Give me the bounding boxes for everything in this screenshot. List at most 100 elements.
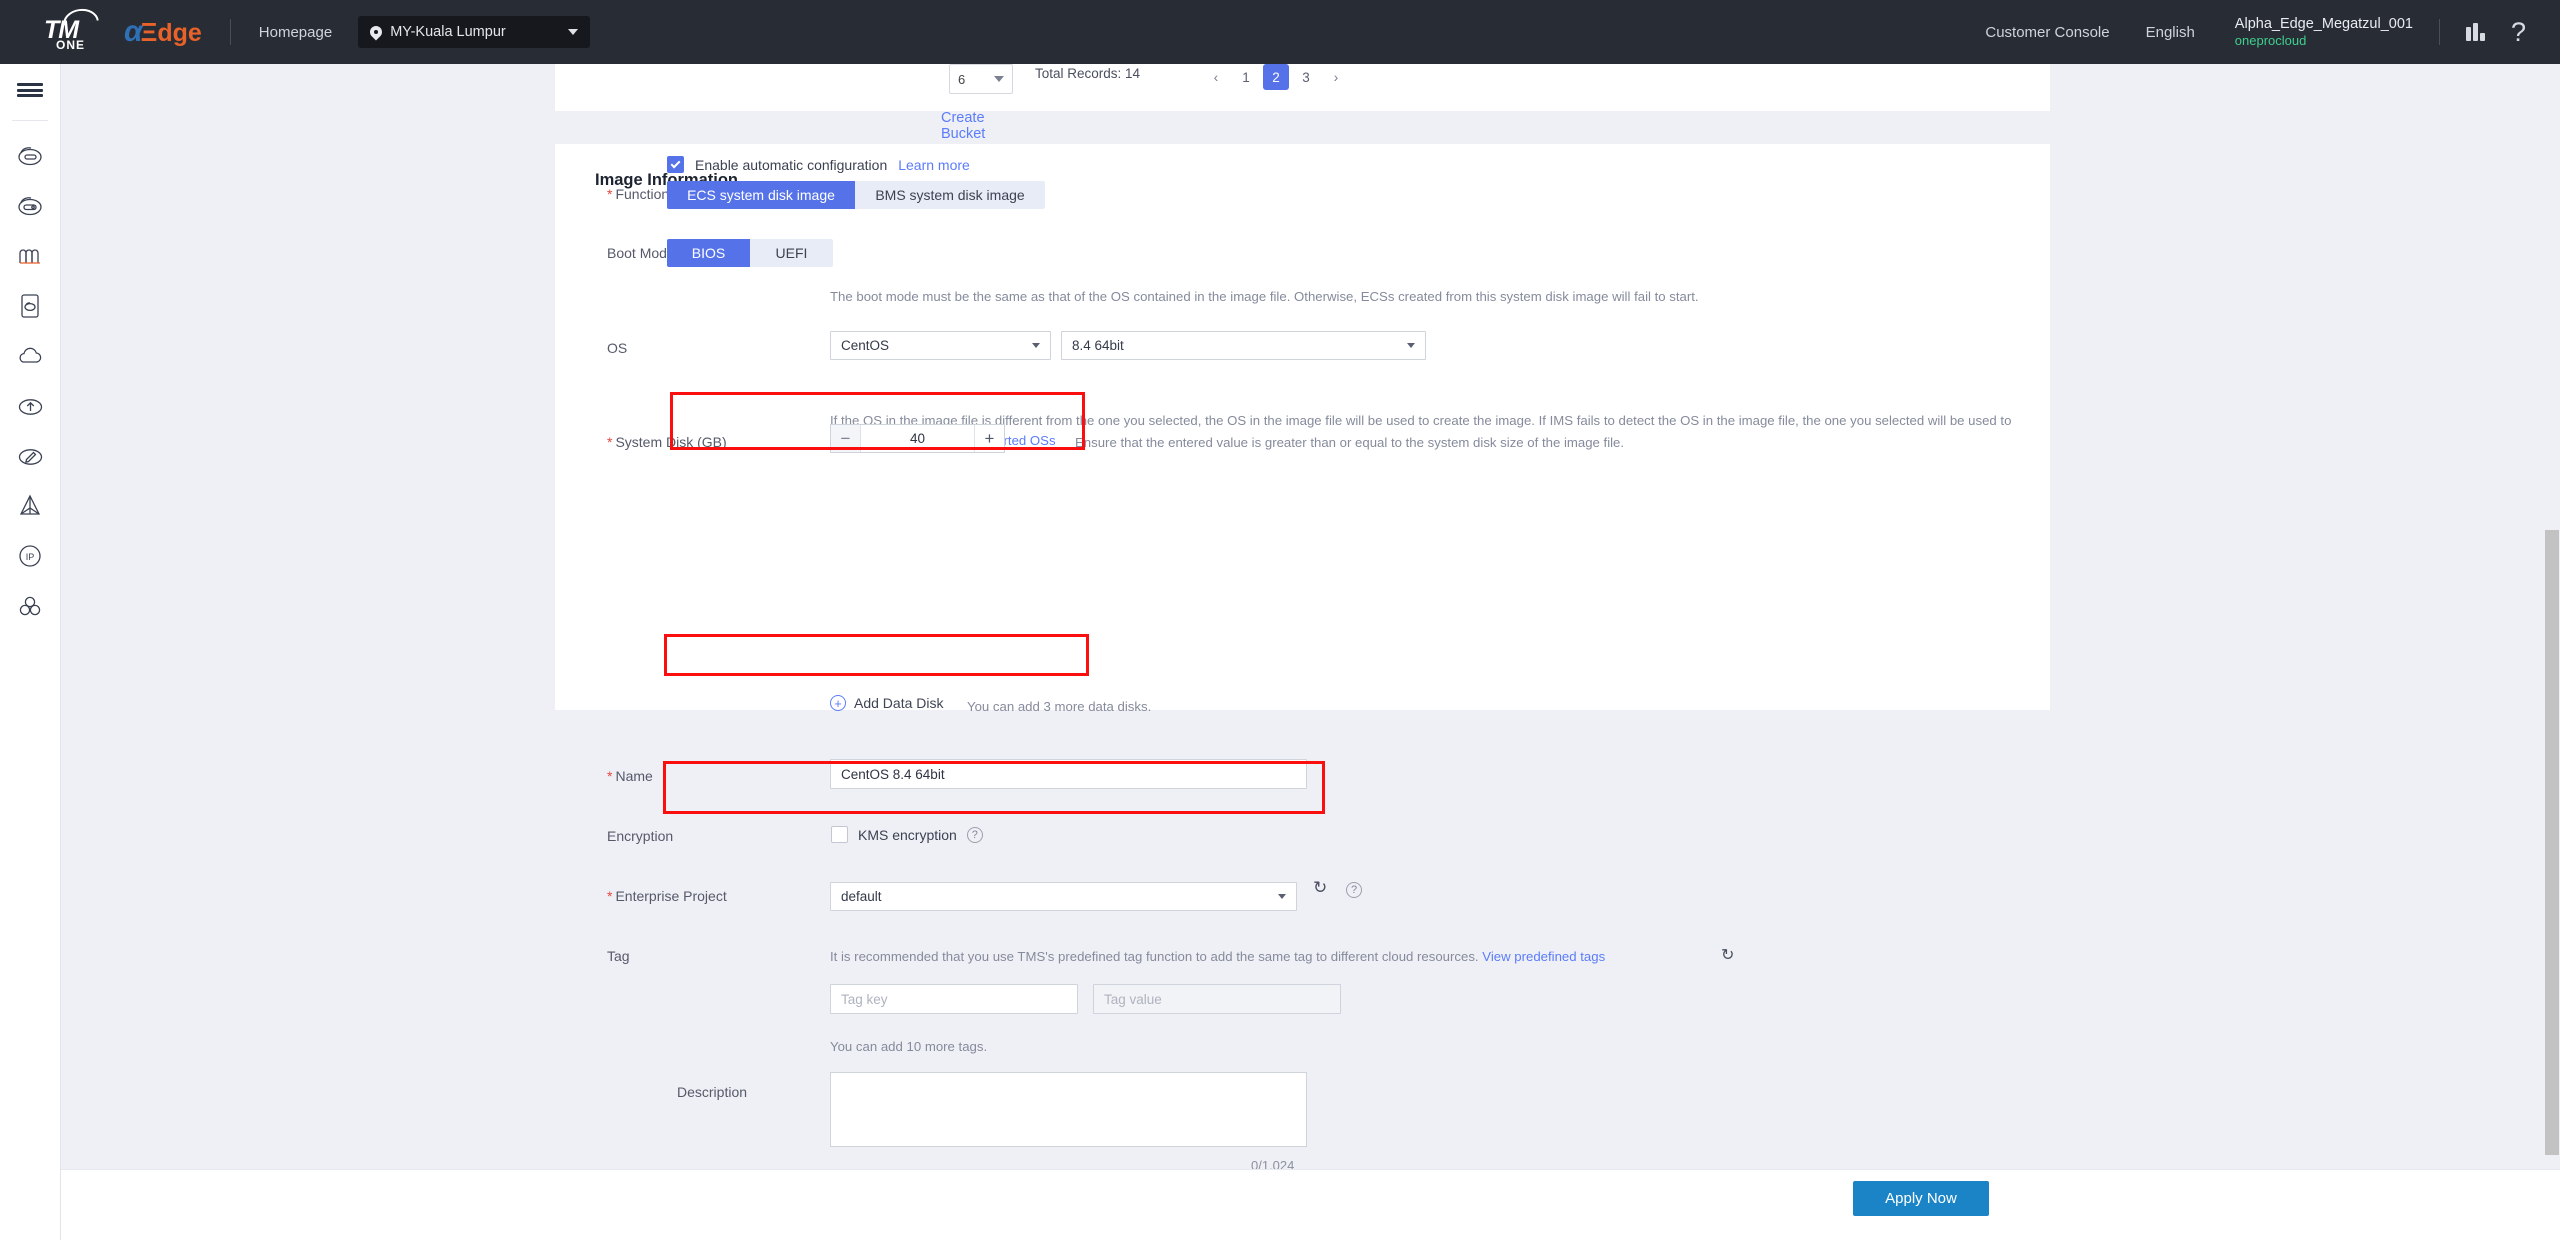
sidebar-item-cluster[interactable] [0,581,60,631]
rail-divider [12,120,48,121]
question-circle-icon[interactable]: ? [966,826,983,843]
add-data-disk-hint: You can add 3 more data disks. [967,699,1152,714]
vertical-scrollbar-thumb[interactable] [2545,530,2559,1155]
region-selector[interactable]: MY-Kuala Lumpur [358,16,591,48]
sidebar-item-cloud-edit[interactable] [0,431,60,481]
tag-footer-hint: You can add 10 more tags. [830,1039,988,1054]
enable-automatic-configuration-checkbox[interactable] [667,156,684,173]
bucket-list-panel: 6 Total Records: 14 ‹ 1 2 3 › Create Buc… [555,64,2050,142]
account-info[interactable]: Alpha_Edge_Megatzul_001 oneprocloud [2235,15,2413,49]
function-option-ecs[interactable]: ECS system disk image [667,181,855,209]
enable-automatic-configuration-label: Enable automatic configuration [695,156,888,173]
region-label: MY-Kuala Lumpur [390,24,506,40]
description-label: Description [677,1084,748,1100]
question-circle-icon[interactable]: ? [1346,882,1362,898]
tag-key-input[interactable] [830,984,1078,1014]
sidebar-item-cdn[interactable] [0,481,60,531]
os-family-value: CentOS [841,338,890,353]
kms-encryption-checkbox[interactable] [831,826,848,843]
network-waves-icon [17,246,43,266]
enterprise-project-refresh-icon[interactable]: ↻ [1313,878,1327,898]
pagination: ‹ 1 2 3 › [1203,64,1349,90]
required-asterisk: * [607,768,613,784]
pagination-next[interactable]: › [1323,64,1349,90]
boot-mode-option-bios[interactable]: BIOS [667,239,750,267]
enterprise-project-label: * Enterprise Project [607,888,727,904]
pagination-prev[interactable]: ‹ [1203,64,1229,90]
page-size-value: 6 [958,71,966,87]
sidebar-item-network[interactable] [0,231,60,281]
description-textarea[interactable] [830,1072,1307,1147]
chevron-down-icon [1407,343,1415,348]
required-asterisk: * [607,888,613,904]
brand-logo[interactable]: TM ONE α Ξ dge [0,6,202,54]
enterprise-project-select[interactable]: default [830,882,1297,911]
alpha-edge-logo: α Ξ dge [124,15,202,49]
question-mark-icon[interactable]: ? [2511,18,2526,46]
page-size-selector[interactable]: 6 [949,64,1013,94]
encryption-label: Encryption [607,828,674,844]
cluster-nodes-icon [17,594,43,618]
sidebar-item-cloud-server[interactable] [0,131,60,181]
function-label-text: Function [615,186,670,202]
system-disk-decrement-button[interactable]: − [831,425,861,452]
sidebar-item-cloud[interactable] [0,331,60,381]
add-data-disk-button[interactable]: + Add Data Disk [830,695,943,711]
sidebar-item-cloud-disk[interactable] [0,181,60,231]
sidebar-item-elastic-ip[interactable]: IP [0,531,60,581]
sidebar-item-cloud-card[interactable] [0,281,60,331]
header-divider [229,19,231,45]
customer-console-link[interactable]: Customer Console [1985,24,2109,41]
pagination-page-2[interactable]: 2 [1263,64,1289,90]
view-predefined-tags-link[interactable]: View predefined tags [1482,949,1605,964]
system-disk-label-text: System Disk (GB) [615,434,727,450]
os-version-select[interactable]: 8.4 64bit [1061,331,1426,360]
tag-refresh-icon[interactable]: ↻ [1721,945,1734,965]
required-asterisk: * [607,434,613,450]
encryption-row: KMS encryption ? [831,826,983,843]
boot-mode-option-uefi[interactable]: UEFI [750,239,833,267]
cloud-icon [17,346,44,366]
system-disk-increment-button[interactable]: + [974,425,1004,452]
system-disk-value[interactable]: 40 [861,425,974,452]
add-data-disk-label: Add Data Disk [854,695,944,711]
tag-label: Tag [607,948,630,964]
apply-now-button[interactable]: Apply Now [1853,1181,1989,1216]
pagination-page-1[interactable]: 1 [1233,64,1259,90]
total-records-label: Total Records: 14 [1035,66,1141,81]
function-option-bms[interactable]: BMS system disk image [855,181,1045,209]
chevron-down-icon [568,29,579,35]
xi-glyph: Ξ [140,17,158,47]
header-divider-2 [2438,19,2440,45]
system-disk-stepper: − 40 + [830,424,1005,453]
function-label: * Function [607,186,669,202]
location-pin-icon [370,26,382,38]
cloud-upload-icon [17,395,44,417]
learn-more-link[interactable]: Learn more [898,157,970,173]
svg-text:IP: IP [26,552,35,562]
system-disk-label: * System Disk (GB) [607,434,727,450]
image-name-input[interactable] [830,759,1307,789]
account-name: Alpha_Edge_Megatzul_001 [2234,15,2413,32]
os-family-select[interactable]: CentOS [830,331,1051,360]
description-character-counter: 0/1,024 [1251,1158,1295,1169]
chevron-down-icon [1032,343,1040,348]
cdn-pyramid-icon [18,493,42,519]
bar-chart-icon[interactable] [2465,23,2485,41]
boot-mode-label: Boot Mode [607,245,675,261]
name-label-text: Name [615,768,653,784]
kms-encryption-label: KMS encryption [858,826,957,843]
language-selector[interactable]: English [2146,24,2195,41]
tag-value-input[interactable] [1093,984,1341,1014]
homepage-link[interactable]: Homepage [259,24,332,41]
left-icon-rail: IP [0,64,61,1240]
pagination-page-3[interactable]: 3 [1293,64,1319,90]
enable-automatic-configuration-row: Enable automatic configuration Learn mor… [667,156,970,173]
create-bucket-link[interactable]: Create Bucket [941,110,985,142]
sidebar-item-cloud-upload[interactable] [0,381,60,431]
cloud-disk-icon [17,195,43,217]
hamburger-menu-icon[interactable] [0,64,60,116]
elastic-ip-icon: IP [17,543,43,569]
enterprise-project-label-text: Enterprise Project [615,888,727,904]
tm-one-logo-icon: TM ONE [40,6,114,54]
